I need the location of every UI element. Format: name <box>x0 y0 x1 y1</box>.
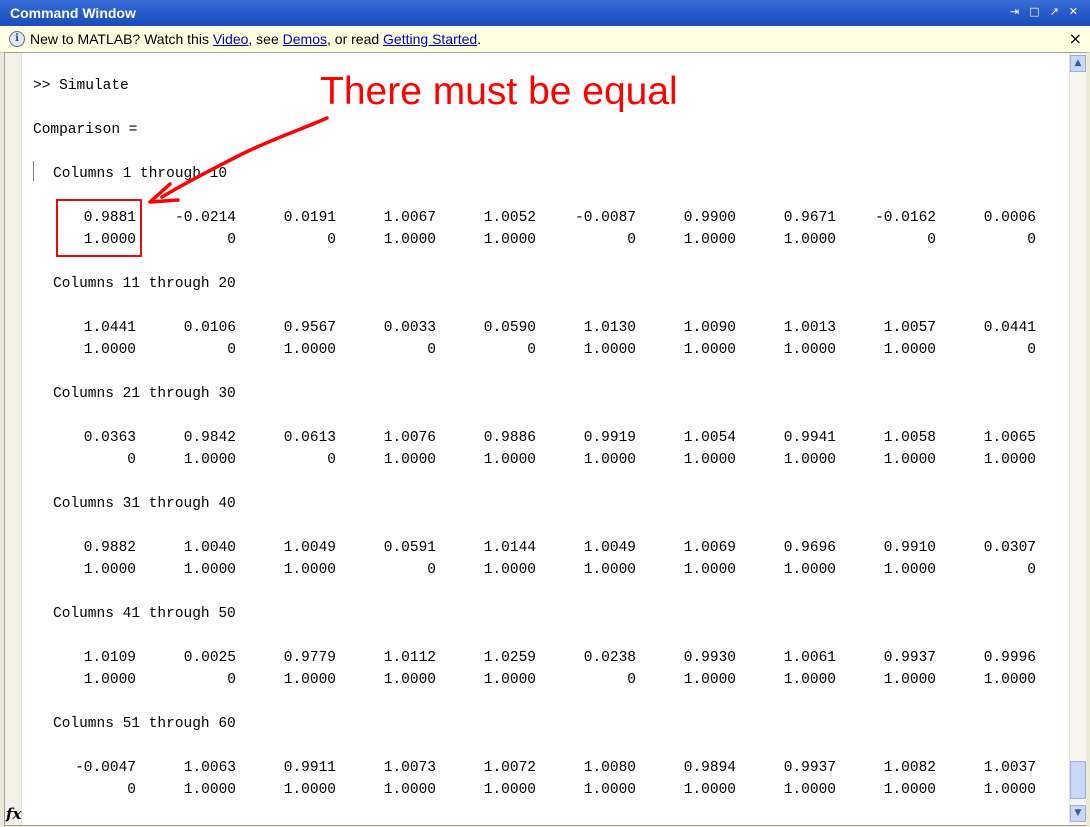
annotation-arrow <box>148 116 329 204</box>
